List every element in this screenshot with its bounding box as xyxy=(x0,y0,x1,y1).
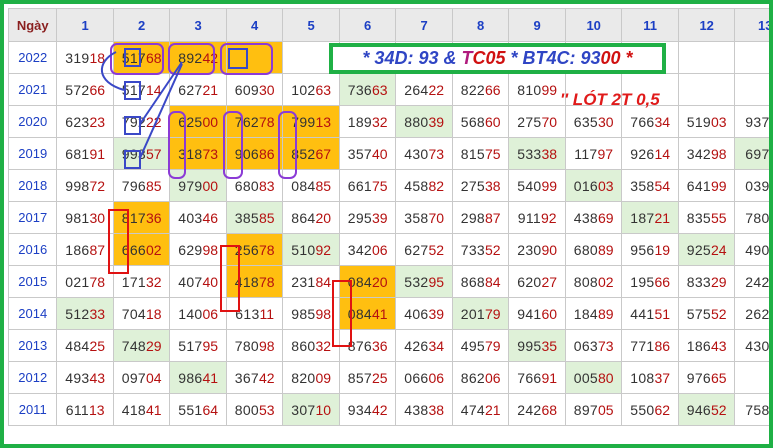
prediction-note: * 34D: 93 & TC05 * BT4C: 9300 * xyxy=(329,43,666,74)
lottery-table-frame: Ngày 1 2 3 4 5 6 7 8 9 10 11 12 13 2022 31918 51768 8924… xyxy=(0,0,773,448)
lot-label: '' LÓT 2T 0,5 xyxy=(560,90,660,109)
number-tail: 59 xyxy=(770,146,773,162)
note-part: C05 xyxy=(472,48,506,68)
note-part: 00 * xyxy=(600,48,633,68)
number-tail: 85 xyxy=(770,306,773,322)
note-part: T xyxy=(461,48,473,68)
number-tail: 61 xyxy=(770,114,773,130)
note-part: * 34D: 93 & xyxy=(362,48,462,68)
number-tail: 61 xyxy=(770,210,773,226)
number-tail: 82 xyxy=(770,274,773,290)
note-part: * BT4C: 93 xyxy=(505,48,601,68)
number-tail: 37 xyxy=(770,178,773,194)
number-tail: 93 xyxy=(770,242,773,258)
number-tail: 30 xyxy=(770,338,773,354)
number-tail: 94 xyxy=(770,402,773,418)
